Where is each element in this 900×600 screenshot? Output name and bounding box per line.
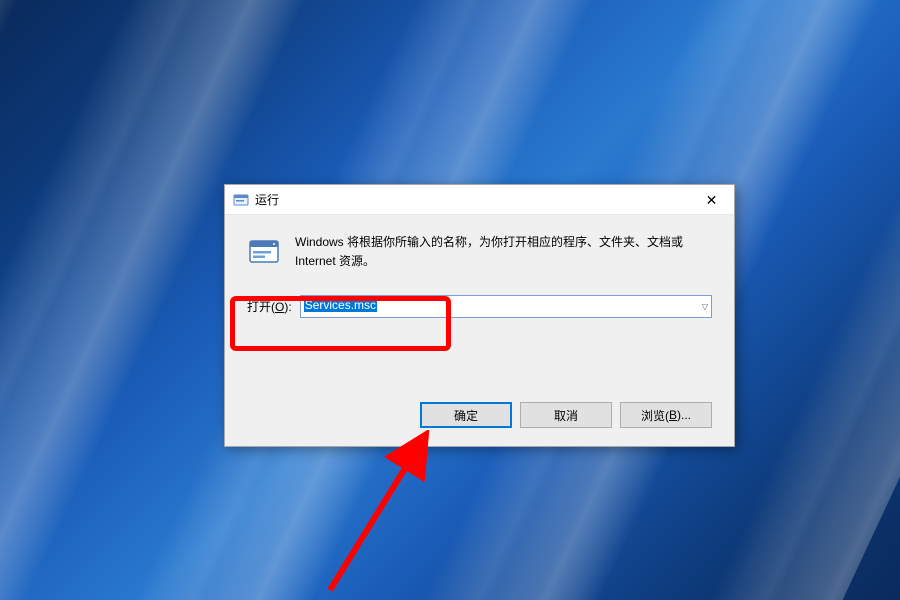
dialog-title: 运行 xyxy=(255,191,279,208)
run-title-icon xyxy=(233,192,249,208)
ok-button[interactable]: 确定 xyxy=(420,402,512,428)
dialog-description: Windows 将根据你所输入的名称，为你打开相应的程序、文件夹、文档或 Int… xyxy=(295,233,712,271)
titlebar[interactable]: 运行 ✕ xyxy=(225,185,734,215)
dialog-body: Windows 将根据你所输入的名称，为你打开相应的程序、文件夹、文档或 Int… xyxy=(225,215,734,318)
dialog-button-row: 确定 取消 浏览(B)... xyxy=(420,402,712,428)
open-label: 打开(O): xyxy=(247,298,292,315)
browse-button[interactable]: 浏览(B)... xyxy=(620,402,712,428)
close-icon: ✕ xyxy=(706,193,718,207)
run-dialog-icon xyxy=(247,235,281,269)
open-combobox[interactable]: Services.msc ▽ xyxy=(300,295,712,318)
run-dialog: 运行 ✕ Windows 将根据你所输入的名称，为你打开相应的程序、文件夹、文档… xyxy=(224,184,735,447)
annotation-arrow xyxy=(310,430,460,600)
close-button[interactable]: ✕ xyxy=(689,185,734,214)
open-input[interactable] xyxy=(300,295,712,318)
cancel-button[interactable]: 取消 xyxy=(520,402,612,428)
